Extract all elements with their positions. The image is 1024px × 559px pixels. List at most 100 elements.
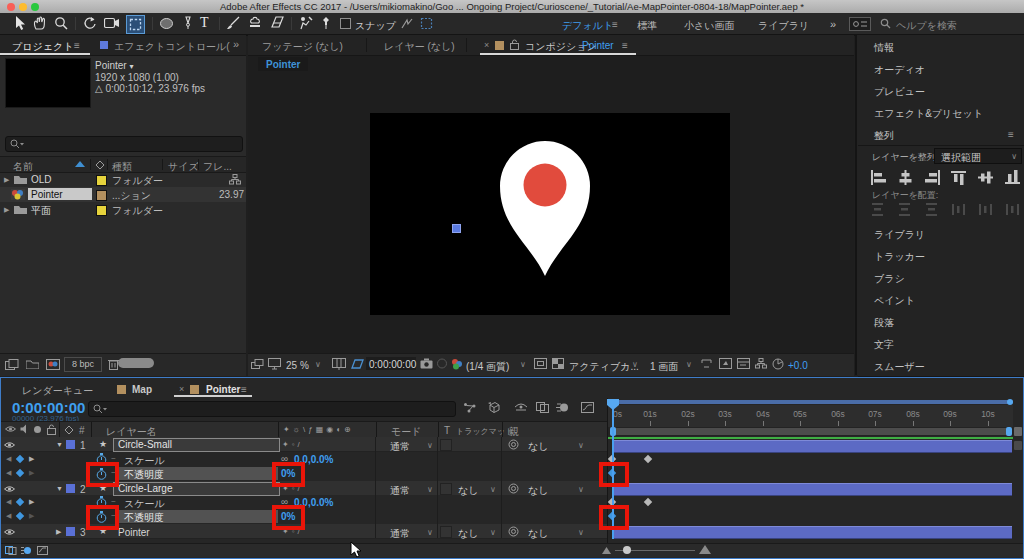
align-menu-icon[interactable]: ≡: [1008, 129, 1014, 140]
viewer-timecode[interactable]: 0:00:00:00: [366, 357, 416, 370]
monitor-icon[interactable]: [268, 358, 281, 370]
workspace-overflow-chevron[interactable]: »: [830, 18, 836, 30]
work-area-bar[interactable]: [608, 427, 1013, 436]
panel-align[interactable]: 整列: [874, 129, 894, 143]
prev-keyframe-arrow[interactable]: ◀: [6, 469, 11, 477]
shape-tool[interactable]: [159, 18, 175, 30]
project-panel-menu-icon[interactable]: ≡: [74, 40, 80, 51]
distribute-vcenter-icon[interactable]: [897, 202, 914, 217]
layer-name[interactable]: Pointer: [118, 527, 150, 538]
distribute-hcenter-icon[interactable]: [978, 202, 995, 217]
lock-icon[interactable]: [510, 39, 519, 50]
workspace-tab-library[interactable]: ライブラリ: [758, 19, 809, 33]
brush-tool[interactable]: [226, 16, 241, 30]
pixel-aspect-icon[interactable]: [700, 358, 713, 369]
shy-layers-icon[interactable]: [514, 402, 528, 413]
panel-character[interactable]: 文字: [874, 338, 894, 352]
next-keyframe-arrow[interactable]: ▶: [29, 512, 34, 520]
align-right-icon[interactable]: [924, 170, 941, 185]
close-tab-icon[interactable]: ×: [179, 384, 184, 394]
always-preview-icon[interactable]: [251, 359, 264, 370]
distribute-left-icon[interactable]: [951, 202, 968, 217]
fast-previews-icon[interactable]: [719, 358, 732, 369]
viewer-menu-icon[interactable]: ≡: [622, 40, 628, 51]
help-search-input[interactable]: ヘルプを検索: [896, 19, 957, 33]
project-search-field[interactable]: [5, 136, 243, 152]
anchor-point-handle[interactable]: [452, 224, 461, 233]
snapshot-icon[interactable]: [420, 358, 433, 369]
grid-guides-icon[interactable]: [332, 358, 346, 370]
parent-chevron[interactable]: ∨: [578, 528, 584, 537]
camera-view-chevron[interactable]: ∨: [632, 360, 638, 369]
exposure-value[interactable]: +0.0: [788, 360, 808, 371]
prev-keyframe-arrow[interactable]: ◀: [6, 498, 11, 506]
layer-visibility-eye-icon[interactable]: [4, 528, 15, 536]
workspace-tab-small-screen[interactable]: 小さい画面: [684, 19, 734, 33]
magnification-value[interactable]: 25 %: [286, 360, 309, 371]
item-name-cell[interactable]: Pointer: [28, 188, 92, 200]
trkmat-value[interactable]: なし: [458, 484, 478, 498]
label-color-swatch[interactable]: [96, 175, 107, 186]
clone-stamp-tool[interactable]: [248, 16, 262, 30]
layer-duration-bar[interactable]: [613, 440, 1012, 453]
zoom-in-mountain-icon[interactable]: [699, 545, 711, 554]
bpc-button[interactable]: 8 bpc: [64, 357, 102, 372]
comp-mini-tab[interactable]: Pointer: [258, 57, 308, 71]
parent-pickwhip-icon[interactable]: [508, 483, 519, 494]
expand-arrow-icon[interactable]: ▶: [4, 206, 9, 214]
col-t[interactable]: T: [444, 425, 450, 436]
col-number[interactable]: #: [79, 425, 85, 436]
camera-view-value[interactable]: アクティブカ...: [569, 360, 639, 374]
prev-keyframe-arrow[interactable]: ◀: [6, 512, 11, 520]
align-top-icon[interactable]: [951, 170, 968, 185]
camera-tool[interactable]: [104, 17, 120, 29]
sort-ascending-icon[interactable]: [75, 161, 85, 167]
blend-mode-chevron[interactable]: ∨: [427, 528, 433, 537]
resolution-chevron[interactable]: ∨: [520, 360, 526, 369]
panel-smoother[interactable]: スムーザー: [874, 360, 925, 374]
zoom-button[interactable]: [31, 3, 39, 11]
blend-mode-value[interactable]: 通常: [390, 440, 410, 454]
layer-name-cell[interactable]: Circle-Small: [113, 438, 280, 452]
close-tab-icon[interactable]: ×: [484, 40, 489, 50]
property-label-scale[interactable]: スケール: [124, 497, 165, 511]
eraser-tool[interactable]: [270, 16, 285, 29]
panel-paint[interactable]: ペイント: [874, 294, 915, 308]
layer-label-color[interactable]: [66, 484, 75, 493]
next-keyframe-arrow[interactable]: ▶: [29, 498, 34, 506]
timeline-zoom-thumb[interactable]: [623, 546, 631, 554]
snap-checkbox[interactable]: [340, 18, 351, 29]
view-layout-chevron[interactable]: ∨: [686, 360, 692, 369]
graph-editor-toggle-icon[interactable]: [37, 546, 48, 555]
next-keyframe-arrow[interactable]: ▶: [29, 455, 34, 463]
parent-chevron[interactable]: ∨: [578, 485, 584, 494]
project-row-pointer[interactable]: Pointer ...ション 23.97: [0, 187, 246, 202]
prev-keyframe-arrow[interactable]: ◀: [6, 455, 11, 463]
label-color-swatch[interactable]: [96, 205, 107, 216]
tab-effect-controls[interactable]: エフェクトコントロール(: [114, 40, 230, 54]
motion-blur-icon[interactable]: [556, 402, 569, 413]
cti-handle[interactable]: [607, 399, 619, 410]
tab-overflow-chevron[interactable]: »: [233, 38, 239, 50]
property-label-opacity[interactable]: 不透明度: [124, 468, 164, 482]
panel-brushes[interactable]: ブラシ: [874, 272, 905, 286]
workspace-tab-standard[interactable]: 標準: [637, 19, 657, 33]
align-target-dropdown[interactable]: 選択範囲∨: [934, 148, 1022, 164]
blend-mode-value[interactable]: 通常: [390, 527, 410, 541]
roto-brush-tool[interactable]: [298, 16, 314, 30]
timeline-button-icon[interactable]: [737, 358, 750, 369]
graph-editor-icon[interactable]: [581, 402, 594, 413]
comp-flowchart-icon[interactable]: [755, 358, 767, 369]
align-center-v-icon[interactable]: [978, 170, 995, 185]
panel-audio[interactable]: オーディオ: [874, 63, 925, 77]
layer-label-color[interactable]: [66, 440, 75, 449]
layer-duration-bar[interactable]: [613, 526, 1012, 539]
layer-expand-arrow[interactable]: ▶: [56, 528, 61, 536]
trkmat-chevron[interactable]: ∨: [490, 528, 496, 537]
layer-visibility-eye-icon[interactable]: [4, 485, 15, 493]
tab-composition-name[interactable]: Pointer: [582, 40, 614, 51]
panel-preview[interactable]: プレビュー: [874, 85, 925, 99]
comp-marker-bin-icon[interactable]: [1014, 427, 1022, 436]
selection-tool[interactable]: [12, 15, 26, 31]
blend-mode-chevron[interactable]: ∨: [427, 441, 433, 450]
